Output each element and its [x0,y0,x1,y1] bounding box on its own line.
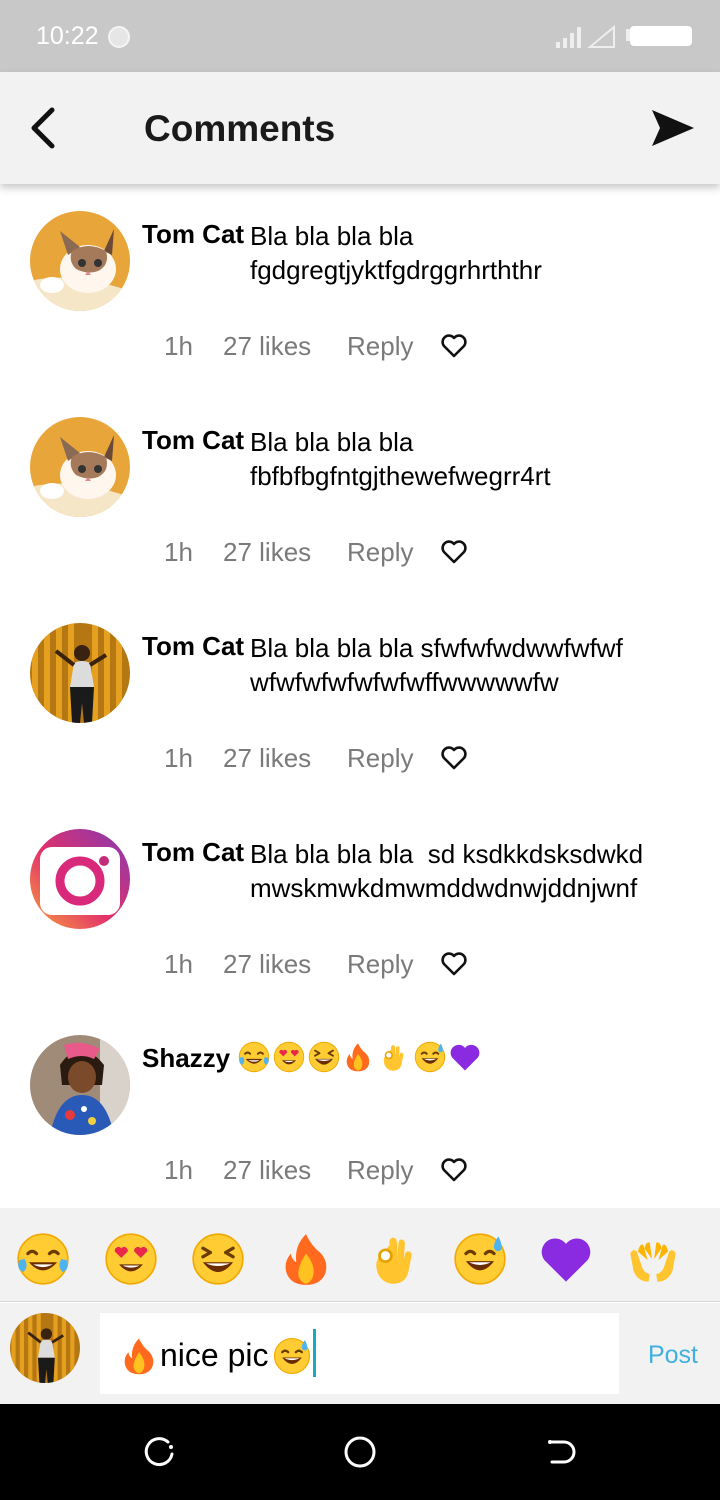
avatar[interactable] [30,1035,130,1135]
purple-heart-icon[interactable] [539,1232,593,1286]
comment-input[interactable]: nice pic [100,1313,619,1394]
sweat-smile-icon [414,1041,446,1073]
comment-time: 1h [164,331,193,361]
comment-item: Tom Cat Bla bla bla bla fbfbfbgfntgjthew… [0,390,720,596]
comment-likes[interactable]: 27 likes [223,743,311,774]
system-nav-bar [0,1404,720,1500]
purple-heart-icon [449,1041,481,1073]
tears-of-joy-icon [238,1041,270,1073]
comment-time: 1h [164,743,193,773]
heart-eyes-icon[interactable] [104,1232,158,1286]
status-bar: 10:22 [0,0,720,72]
app-bar: Comments [0,72,720,184]
fire-icon [120,1337,158,1375]
comment-time: 1h [164,537,193,567]
heart-icon[interactable] [440,1157,468,1183]
comment-text: Bla bla bla bla fgdgregtjyktfgdrggrhrtht… [250,221,542,285]
heart-icon[interactable] [440,951,468,977]
open-hands-icon[interactable] [626,1232,680,1286]
comment-emojis [238,1041,498,1075]
heart-icon[interactable] [440,539,468,565]
comment-username[interactable]: Tom Cat [142,219,244,250]
comment-username[interactable]: Tom Cat [142,631,244,662]
avatar[interactable] [30,623,130,723]
comment-time: 1h [164,949,193,979]
heart-icon[interactable] [440,745,468,771]
heart-eyes-icon [273,1041,305,1073]
tears-of-joy-icon[interactable] [16,1232,70,1286]
ok-hand-icon[interactable] [366,1232,420,1286]
comment-likes[interactable]: 27 likes [223,331,311,362]
comment-input-text: nice pic [160,1337,269,1373]
signal-icon [556,27,581,48]
avatar[interactable] [30,417,130,517]
reply-button[interactable]: Reply [347,743,413,774]
recent-apps-icon[interactable] [142,1434,178,1470]
sweat-smile-icon [273,1337,311,1375]
avatar [10,1313,80,1383]
comment-username[interactable]: Tom Cat [142,837,244,868]
comment-item: Shazzy 1h 27 likes Reply [0,1008,720,1208]
grinning-squint-icon [308,1041,340,1073]
status-time: 10:22 [36,22,99,50]
comment-item: Tom Cat Bla bla bla bla sd ksdkkdsksdwkd… [0,802,720,1008]
back-arrow-icon[interactable] [24,102,68,154]
ok-hand-icon [378,1041,408,1073]
comment-text: Bla bla bla bla fbfbfbgfntgjthewefwegrr4… [250,427,551,491]
sweat-smile-icon[interactable] [453,1232,507,1286]
emoji-quick-bar [0,1208,720,1302]
reply-button[interactable]: Reply [347,331,413,362]
notification-dot-icon [108,26,130,48]
fire-icon[interactable] [279,1232,333,1286]
reply-button[interactable]: Reply [347,949,413,980]
page-title: Comments [144,108,336,149]
grinning-squint-icon[interactable] [191,1232,245,1286]
comment-text: Bla bla bla bla sd ksdkkdsksdwkd mwskmwk… [250,839,651,903]
avatar[interactable] [30,211,130,311]
post-button[interactable]: Post [648,1341,698,1370]
reply-button[interactable]: Reply [347,537,413,568]
comment-username[interactable]: Shazzy [142,1043,230,1074]
battery-icon [626,26,692,46]
comment-text: Bla bla bla bla sfwfwfwdwwfwfwf wfwfwfwf… [250,633,623,697]
comment-item: Tom Cat Bla bla bla bla fgdgregtjyktfgdr… [0,184,720,390]
status-icons [556,24,692,48]
comments-list[interactable]: Tom Cat Bla bla bla bla fgdgregtjyktfgdr… [0,184,720,1208]
comment-likes[interactable]: 27 likes [223,1155,311,1186]
reply-button[interactable]: Reply [347,1155,413,1186]
comment-likes[interactable]: 27 likes [223,537,311,568]
wifi-signal-icon [587,24,615,48]
fire-icon [343,1041,373,1073]
send-icon[interactable] [650,106,696,150]
home-icon[interactable] [342,1434,378,1470]
comment-time: 1h [164,1155,193,1185]
heart-icon[interactable] [440,333,468,359]
comment-likes[interactable]: 27 likes [223,949,311,980]
text-caret [312,1329,316,1377]
back-icon[interactable] [542,1434,578,1470]
comment-item: Tom Cat Bla bla bla bla sfwfwfwdwwfwfwf … [0,596,720,802]
avatar[interactable] [30,829,130,929]
comment-username[interactable]: Tom Cat [142,425,244,456]
comment-input-bar: nice pic Post [0,1303,720,1404]
